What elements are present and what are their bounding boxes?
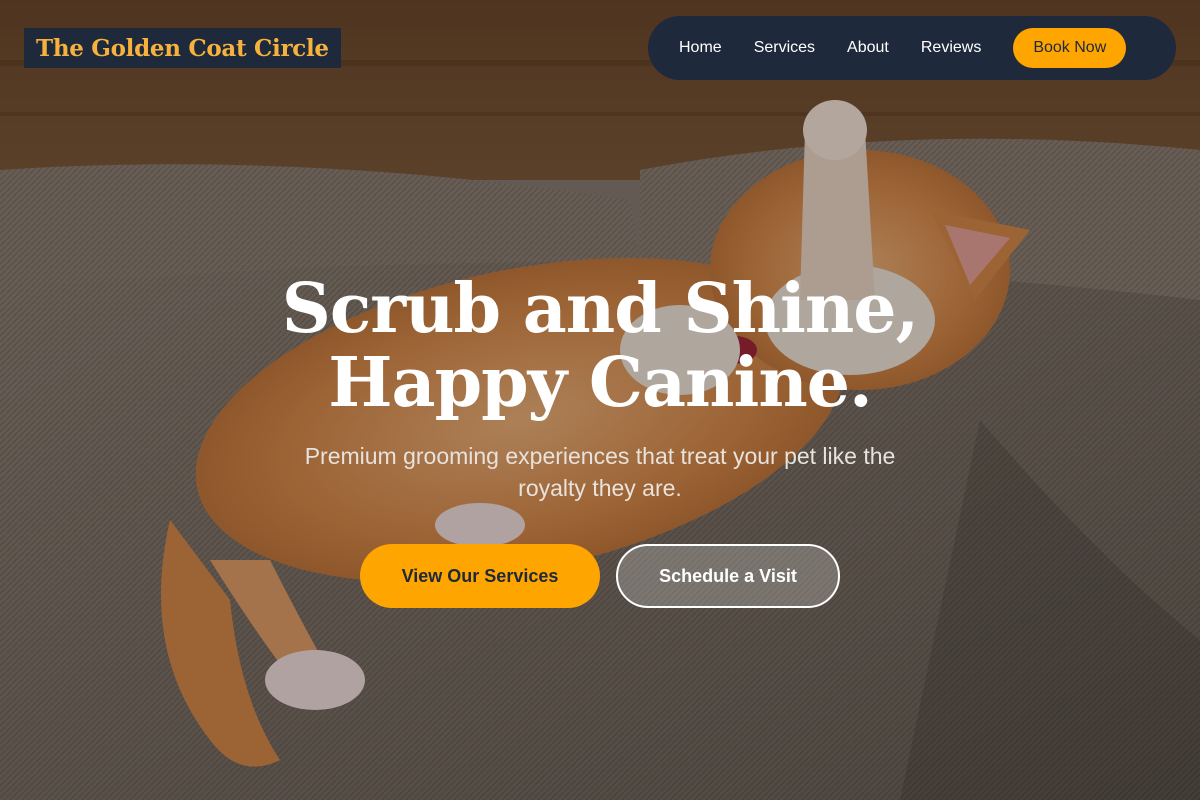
- hero-headline-line-2: Happy Canine.: [328, 343, 872, 423]
- logo-text: The Golden Coat Circle: [36, 34, 329, 62]
- nav-link-reviews[interactable]: Reviews: [921, 39, 981, 57]
- hero-headline-line-1: Scrub and Shine,: [281, 269, 919, 349]
- view-services-button[interactable]: View Our Services: [360, 544, 600, 608]
- site-logo[interactable]: The Golden Coat Circle: [24, 28, 341, 68]
- hero-subtitle: Premium grooming experiences that treat …: [304, 443, 896, 501]
- main-navigation: Home Services About Reviews Book Now: [648, 16, 1176, 80]
- book-now-button[interactable]: Book Now: [1013, 28, 1127, 68]
- hero-headline: Scrub and Shine, Happy Canine.: [0, 272, 1200, 420]
- nav-link-home[interactable]: Home: [679, 39, 722, 57]
- hero-section: The Golden Coat Circle Home Services Abo…: [0, 0, 1200, 800]
- nav-link-services[interactable]: Services: [754, 39, 815, 57]
- nav-link-about[interactable]: About: [847, 39, 889, 57]
- schedule-visit-button[interactable]: Schedule a Visit: [616, 544, 840, 608]
